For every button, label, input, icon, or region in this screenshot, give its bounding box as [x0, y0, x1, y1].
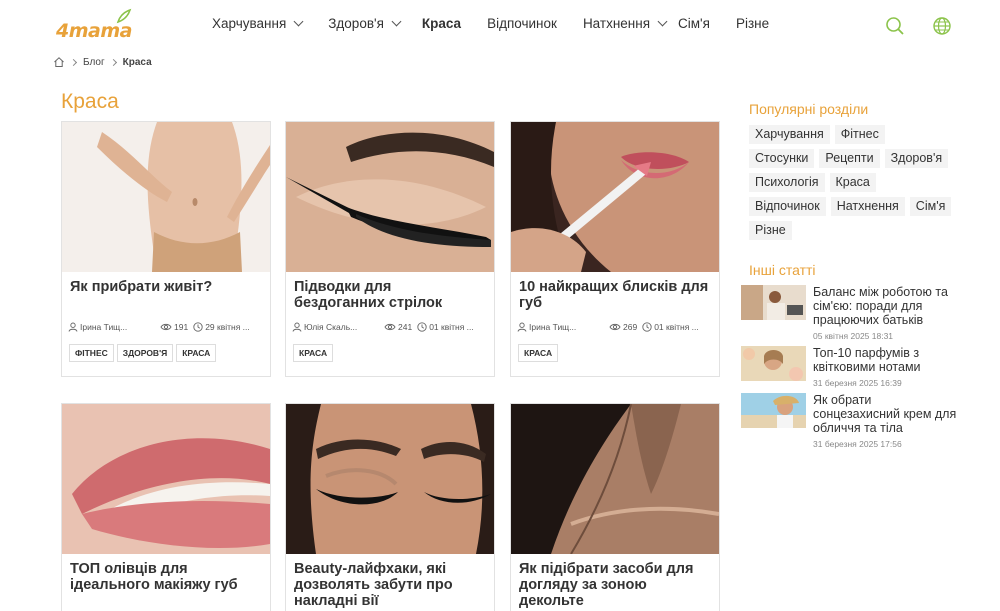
- article-title[interactable]: ТОП олівців для ідеального макіяжу губ: [62, 554, 270, 602]
- article-image[interactable]: [286, 122, 494, 272]
- globe-icon[interactable]: [932, 16, 952, 36]
- article-thumbnail[interactable]: [741, 393, 806, 428]
- chip-misc[interactable]: Різне: [749, 221, 792, 240]
- article-card[interactable]: Beauty-лайфхаки, які дозволять забути пр…: [285, 403, 495, 611]
- article-thumbnail[interactable]: [741, 285, 806, 320]
- breadcrumb-blog[interactable]: Блог: [83, 57, 105, 68]
- tag-beauty[interactable]: КРАСА: [176, 344, 217, 362]
- home-icon[interactable]: [53, 56, 65, 68]
- other-article-title[interactable]: Топ-10 парфумів з квітковими нотами: [813, 346, 961, 374]
- popular-sections: Харчування Фітнес Стосунки Рецепти Здоро…: [749, 125, 959, 245]
- eye-icon: [609, 323, 621, 331]
- article-title[interactable]: 10 найкращих блисків для губ: [511, 272, 719, 320]
- chip-fitness[interactable]: Фітнес: [834, 125, 885, 144]
- chip-family[interactable]: Сім'я: [909, 197, 952, 216]
- article-date: 29 квітня ...: [205, 322, 250, 332]
- chip-health[interactable]: Здоров'я: [884, 149, 949, 168]
- other-article[interactable]: Як обрати сонцезахисний крем для обличчя…: [741, 393, 961, 449]
- article-date: 01 квітня ...: [654, 322, 699, 332]
- chip-food[interactable]: Харчування: [749, 125, 830, 144]
- breadcrumb-separator: [69, 58, 78, 66]
- nav-item-food[interactable]: Харчування: [212, 16, 304, 31]
- article-image[interactable]: [511, 122, 719, 272]
- article-meta: Юлія Скаль... 241 01 квітня ...: [286, 320, 494, 334]
- article-card[interactable]: Як підібрати засоби для догляду за зоною…: [510, 403, 720, 611]
- article-author: Ірина Тищ...: [80, 322, 128, 332]
- article-title[interactable]: Підводки для бездоганних стрілок: [286, 272, 494, 320]
- popular-sections-heading: Популярні розділи: [749, 101, 869, 117]
- article-image[interactable]: [286, 404, 494, 554]
- article-views: 269: [623, 322, 638, 332]
- other-article-date: 31 березня 2025 16:39: [813, 378, 902, 388]
- site-logo[interactable]: 4mama: [56, 8, 132, 42]
- chevron-down-icon: [391, 16, 402, 27]
- article-image[interactable]: [62, 404, 270, 554]
- chip-psychology[interactable]: Психологія: [749, 173, 825, 192]
- article-card[interactable]: 10 найкращих блисків для губ Ірина Тищ..…: [510, 121, 720, 377]
- other-article-date: 31 березня 2025 17:56: [813, 439, 902, 449]
- chip-beauty[interactable]: Краса: [829, 173, 876, 192]
- chip-inspiration[interactable]: Натхнення: [830, 197, 905, 216]
- clock-icon: [193, 322, 203, 332]
- article-card[interactable]: Підводки для бездоганних стрілок Юлія Ск…: [285, 121, 495, 377]
- chevron-down-icon: [657, 16, 668, 27]
- article-card[interactable]: Як прибрати живіт? Ірина Тищ... 191 29 к…: [61, 121, 271, 377]
- other-article-date: 05 квітня 2025 18:31: [813, 331, 894, 341]
- nav-item-health[interactable]: Здоров'я: [328, 16, 402, 31]
- eye-icon: [160, 323, 172, 331]
- article-title[interactable]: Як прибрати живіт?: [62, 272, 270, 320]
- user-icon: [292, 322, 302, 332]
- other-article[interactable]: Баланс між роботою та сім'єю: поради для…: [741, 285, 961, 341]
- chevron-down-icon: [293, 16, 304, 27]
- tag-fitness[interactable]: ФІТНЕС: [69, 344, 114, 362]
- search-icon[interactable]: [885, 16, 905, 36]
- tag-beauty[interactable]: КРАСА: [293, 344, 334, 362]
- site-header: 4mama Харчування Здоров'я Краса Відпочин…: [0, 0, 1000, 50]
- nav-item-misc[interactable]: Різне: [736, 16, 769, 31]
- other-articles-heading: Інші статті: [749, 262, 816, 278]
- leaf-icon: [116, 8, 132, 24]
- main-nav: Харчування Здоров'я Краса Відпочинок Нат…: [212, 16, 795, 31]
- article-views: 241: [398, 322, 413, 332]
- user-icon: [68, 322, 78, 332]
- article-image[interactable]: [511, 404, 719, 554]
- breadcrumb-separator: [109, 58, 117, 66]
- breadcrumb-current: Краса: [122, 56, 152, 68]
- clock-icon: [642, 322, 652, 332]
- nav-item-beauty[interactable]: Краса: [422, 16, 461, 31]
- nav-item-family[interactable]: Сім'я: [678, 16, 710, 31]
- article-image[interactable]: [62, 122, 270, 272]
- article-card[interactable]: ТОП олівців для ідеального макіяжу губ: [61, 403, 271, 611]
- other-article[interactable]: Топ-10 парфумів з квітковими нотами 31 б…: [741, 346, 961, 388]
- page-title: Краса: [61, 90, 119, 113]
- article-title[interactable]: Beauty-лайфхаки, які дозволять забути пр…: [286, 554, 494, 609]
- article-date: 01 квітня ...: [429, 322, 474, 332]
- breadcrumb: Блог Краса: [53, 56, 152, 68]
- chip-recipes[interactable]: Рецепти: [819, 149, 880, 168]
- article-title[interactable]: Як підібрати засоби для догляду за зоною…: [511, 554, 719, 609]
- chip-rest[interactable]: Відпочинок: [749, 197, 826, 216]
- article-thumbnail[interactable]: [741, 346, 806, 381]
- tag-health[interactable]: ЗДОРОВ'Я: [116, 344, 174, 362]
- article-meta: Ірина Тищ... 191 29 квітня ...: [62, 320, 270, 334]
- clock-icon: [417, 322, 427, 332]
- other-article-title[interactable]: Як обрати сонцезахисний крем для обличчя…: [813, 393, 961, 435]
- nav-item-rest[interactable]: Відпочинок: [487, 16, 557, 31]
- article-views: 191: [174, 322, 189, 332]
- other-article-title[interactable]: Баланс між роботою та сім'єю: поради для…: [813, 285, 961, 327]
- article-author: Ірина Тищ...: [529, 322, 577, 332]
- tag-beauty[interactable]: КРАСА: [518, 344, 559, 362]
- article-author: Юлія Скаль...: [304, 322, 358, 332]
- article-meta: Ірина Тищ... 269 01 квітня ...: [511, 320, 719, 334]
- chip-relationships[interactable]: Стосунки: [749, 149, 815, 168]
- eye-icon: [384, 323, 396, 331]
- user-icon: [517, 322, 527, 332]
- nav-item-inspiration[interactable]: Натхнення: [583, 16, 668, 31]
